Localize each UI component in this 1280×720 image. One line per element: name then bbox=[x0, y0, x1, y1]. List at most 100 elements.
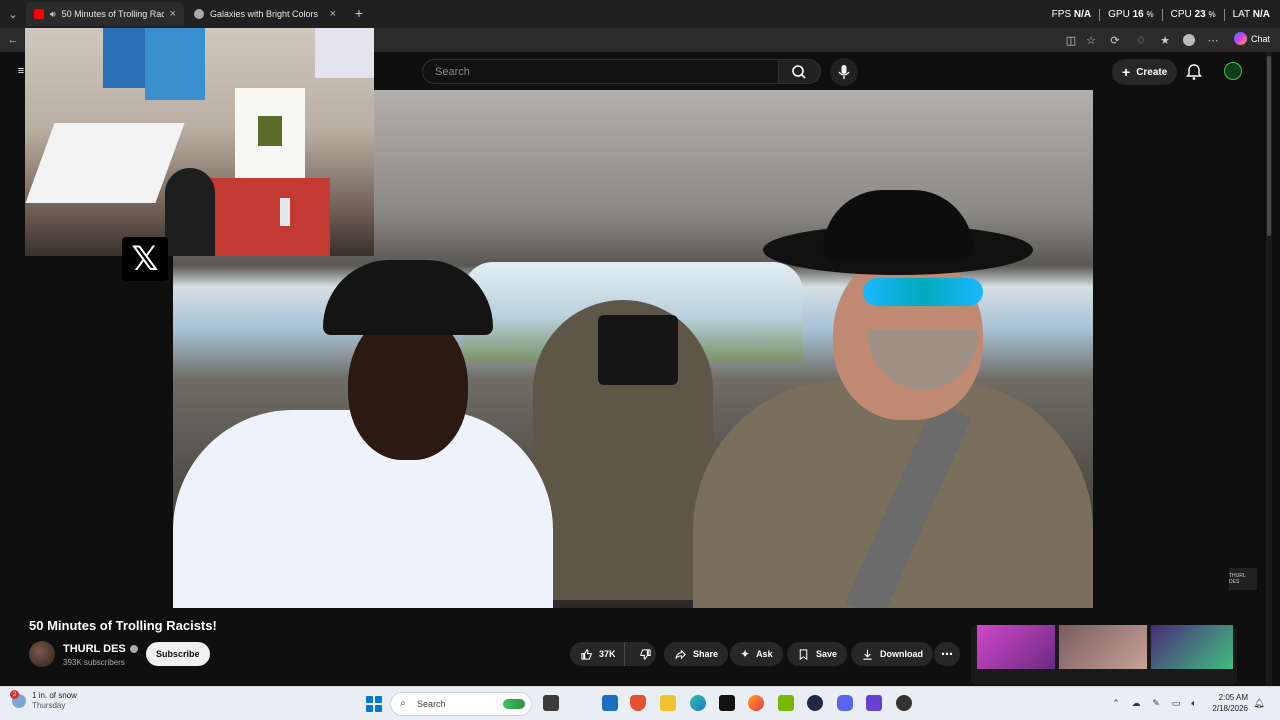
close-tab-icon[interactable]: × bbox=[330, 8, 336, 20]
related-video-card[interactable] bbox=[971, 625, 1237, 685]
cpu-label: CPU bbox=[1170, 9, 1192, 20]
gpu-value: 16 bbox=[1132, 9, 1144, 20]
close-tab-icon[interactable]: × bbox=[170, 8, 176, 20]
network-icon[interactable]: ▭ bbox=[1170, 697, 1182, 709]
video-title: 50 Minutes of Trolling Racists! bbox=[29, 618, 217, 633]
extensions-icon[interactable]: ⟳ bbox=[1108, 33, 1122, 47]
fps-readout: FPS N/A bbox=[1052, 9, 1091, 21]
cloud-icon[interactable]: ☁ bbox=[1130, 697, 1142, 709]
divider bbox=[1161, 9, 1163, 21]
tiktok-icon[interactable] bbox=[719, 695, 735, 711]
tab-actions-chevron-icon[interactable]: ⌄ bbox=[6, 7, 20, 21]
grid-app-icon[interactable] bbox=[866, 695, 882, 711]
account-avatar[interactable] bbox=[1224, 62, 1242, 80]
split-screen-icon[interactable]: ◫ bbox=[1064, 33, 1078, 47]
new-tab-button[interactable]: + bbox=[352, 5, 366, 21]
tab-youtube-video[interactable]: 🔊︎ 50 Minutes of Trolling Racists! × bbox=[26, 2, 184, 26]
firefox-icon[interactable] bbox=[748, 695, 764, 711]
like-button[interactable]: 37K bbox=[570, 642, 625, 666]
search-icon: ⌕ bbox=[400, 698, 406, 709]
download-button[interactable]: Download bbox=[851, 642, 933, 666]
browser-essentials-icon[interactable]: ♢ bbox=[1134, 33, 1148, 47]
tab-galaxies[interactable]: Galaxies with Bright Colors × bbox=[186, 2, 344, 26]
streamer bbox=[165, 168, 215, 256]
scrollbar-thumb[interactable] bbox=[1267, 56, 1271, 236]
fps-label: FPS bbox=[1051, 9, 1072, 20]
verified-badge-icon bbox=[129, 645, 138, 653]
divider bbox=[1223, 9, 1225, 21]
dislike-button[interactable] bbox=[631, 642, 660, 666]
wall-poster bbox=[145, 28, 205, 100]
back-arrow-icon[interactable]: ← bbox=[6, 33, 20, 47]
taskbar-search-label: Search bbox=[417, 699, 446, 709]
download-icon bbox=[863, 649, 872, 660]
taskbar-search-box[interactable]: ⌕ Search bbox=[390, 692, 532, 716]
volume-icon[interactable]: 🔈︎ bbox=[1188, 697, 1200, 709]
save-button[interactable]: Save bbox=[787, 642, 848, 666]
channel-avatar[interactable] bbox=[29, 641, 55, 667]
microphone-icon bbox=[838, 65, 850, 79]
wall-poster bbox=[315, 28, 374, 78]
start-logo-tile bbox=[375, 696, 382, 703]
create-button[interactable]: + Create bbox=[1112, 59, 1178, 85]
start-button[interactable] bbox=[366, 696, 382, 712]
favorites-icon[interactable]: ★ bbox=[1158, 33, 1172, 47]
pen-icon[interactable]: ✎ bbox=[1150, 697, 1162, 709]
related-thumbnail bbox=[1151, 625, 1233, 669]
browser-tab-bar: ⌄ 🔊︎ 50 Minutes of Trolling Racists! × G… bbox=[0, 0, 1280, 28]
sparkle-icon: ✦ bbox=[740, 647, 751, 661]
performance-overlay: FPS N/A GPU 16 % CPU 23 % LAT N/A bbox=[1052, 9, 1270, 21]
weather-widget[interactable]: 2 1 in. of snow Thursday bbox=[10, 690, 77, 711]
tab-title: 50 Minutes of Trolling Racists! bbox=[61, 9, 164, 19]
app-icon[interactable] bbox=[807, 695, 823, 711]
task-view-icon[interactable] bbox=[543, 695, 559, 711]
speaker-icon[interactable]: 🔊︎ bbox=[50, 9, 56, 20]
ask-label: Ask bbox=[756, 649, 773, 659]
obs-icon[interactable] bbox=[896, 695, 912, 711]
more-actions-icon[interactable]: ⋯ bbox=[934, 642, 960, 666]
system-clock[interactable]: 2:05 AM 2/18/2026 bbox=[1212, 692, 1248, 714]
subscribe-button[interactable]: Subscribe bbox=[146, 642, 210, 666]
cpu-value: 23 bbox=[1194, 9, 1206, 20]
share-label: Share bbox=[693, 649, 719, 659]
favorite-star-icon[interactable]: ☆ bbox=[1084, 33, 1098, 47]
discord-icon[interactable] bbox=[837, 695, 853, 711]
share-button[interactable]: Share bbox=[664, 642, 729, 666]
copilot-chat-button[interactable]: Chat bbox=[1233, 32, 1270, 45]
notifications-bell-icon[interactable] bbox=[1185, 63, 1203, 81]
share-arrow-icon bbox=[675, 649, 686, 659]
snow-weather-icon: 2 bbox=[10, 690, 26, 708]
search-button[interactable] bbox=[779, 59, 821, 84]
cpu-readout: CPU 23 % bbox=[1170, 9, 1216, 20]
edge-browser-icon[interactable] bbox=[690, 695, 706, 711]
copilot-label: Chat bbox=[1250, 33, 1270, 44]
brave-browser-icon[interactable] bbox=[630, 695, 646, 711]
download-label: Download bbox=[880, 649, 923, 659]
youtube-icon bbox=[34, 9, 44, 19]
related-thumbnail bbox=[1059, 625, 1147, 669]
thumbs-down-icon bbox=[639, 648, 651, 660]
channel-watermark[interactable]: THURL DES bbox=[1229, 568, 1257, 590]
nvidia-icon[interactable] bbox=[778, 695, 794, 711]
x-logo-icon: 𝕏 bbox=[122, 237, 168, 281]
file-explorer-icon[interactable] bbox=[660, 695, 676, 711]
page-scrollbar[interactable] bbox=[1266, 52, 1272, 686]
notification-bell-icon[interactable]: 🔔︎ bbox=[1253, 697, 1265, 709]
channel-name-text: THURL DES bbox=[63, 643, 126, 655]
chevron-up-icon[interactable]: ⌃ bbox=[1110, 697, 1122, 709]
calculator-icon[interactable] bbox=[602, 695, 618, 711]
voice-search-button[interactable] bbox=[830, 58, 858, 86]
weather-day: Thursday bbox=[32, 701, 66, 710]
channel-name[interactable]: THURL DES bbox=[63, 643, 138, 655]
webcam-overlay bbox=[25, 28, 374, 256]
gpu-readout: GPU 16 % bbox=[1108, 9, 1154, 20]
search-input[interactable]: Search bbox=[422, 59, 779, 84]
profile-icon[interactable] bbox=[1182, 33, 1196, 47]
ask-button[interactable]: ✦ Ask bbox=[730, 642, 783, 666]
divider bbox=[1099, 9, 1101, 21]
clock-date: 2/18/2026 bbox=[1212, 704, 1248, 713]
more-menu-icon[interactable]: ⋯ bbox=[1206, 33, 1220, 47]
lat-value: N/A bbox=[1252, 9, 1270, 20]
related-thumbnail bbox=[977, 625, 1055, 669]
start-logo-tile bbox=[375, 705, 382, 712]
